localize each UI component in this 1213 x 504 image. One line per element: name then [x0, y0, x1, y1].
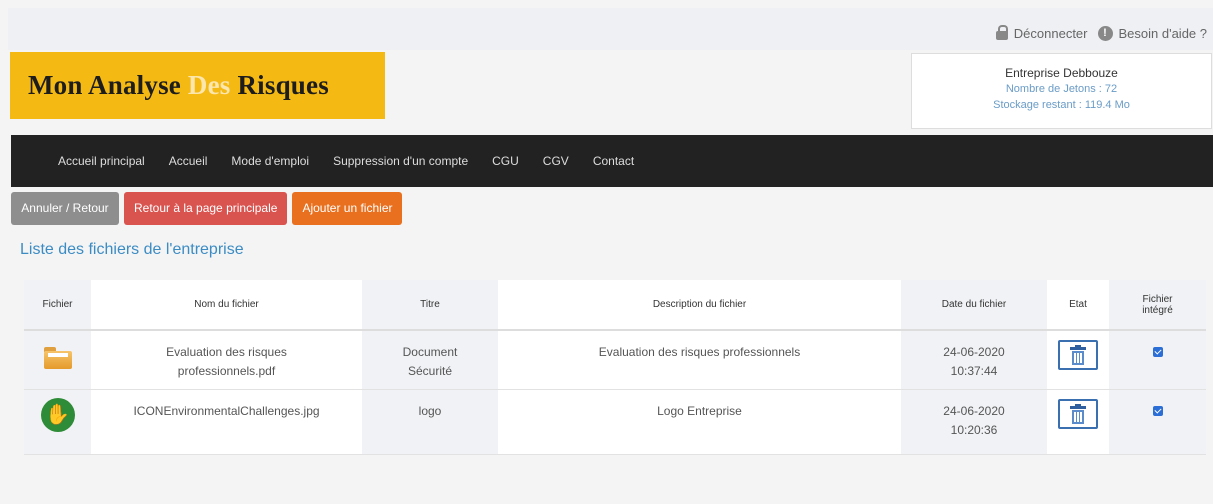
trash-icon	[1070, 345, 1086, 365]
integrated-cell	[1109, 389, 1206, 455]
logo-text: Mon Analyse Des Risques	[28, 70, 329, 100]
cancel-button[interactable]: Annuler / Retour	[11, 192, 119, 225]
col-state: Etat	[1047, 280, 1109, 331]
list-title: Liste des fichiers de l'entreprise	[20, 241, 244, 258]
state-cell	[1047, 389, 1109, 455]
integrated-checkbox[interactable]	[1152, 406, 1163, 416]
files-table: Fichier Nom du fichier Titre Description…	[24, 280, 1206, 455]
file-date-cell: 24-06-2020 10:37:44	[901, 330, 1047, 390]
site-logo[interactable]: Mon Analyse Des Risques	[10, 52, 385, 119]
main-navbar: Accueil principal Accueil Mode d'emploi …	[11, 135, 1213, 187]
back-main-button[interactable]: Retour à la page principale	[124, 192, 288, 225]
add-file-button[interactable]: Ajouter un fichier	[292, 192, 403, 225]
col-description: Description du fichier	[498, 280, 901, 331]
action-buttons: Annuler / Retour Retour à la page princi…	[11, 192, 403, 225]
help-icon: !	[1097, 26, 1113, 41]
nav-contact[interactable]: Contact	[593, 154, 634, 168]
trash-icon	[1070, 404, 1086, 424]
company-panel: Entreprise Debbouze Nombre de Jetons : 7…	[911, 53, 1212, 129]
file-description-cell: Logo Entreprise	[498, 389, 901, 455]
help-label: Besoin d'aide ?	[1118, 26, 1208, 41]
help-link[interactable]: ! Besoin d'aide ?	[1097, 26, 1208, 41]
top-links: Déconnecter ! Besoin d'aide ?	[995, 25, 1208, 41]
file-title-cell: logo	[362, 389, 498, 455]
folder-icon	[43, 347, 72, 369]
environment-hand-icon: ✋	[40, 398, 75, 432]
state-cell	[1047, 330, 1109, 390]
nav-delete-account[interactable]: Suppression d'un compte	[333, 154, 468, 168]
file-icon-cell: ✋	[24, 389, 91, 455]
nav-cgu[interactable]: CGU	[492, 154, 519, 168]
logout-label: Déconnecter	[1013, 26, 1088, 41]
integrated-cell	[1109, 330, 1206, 390]
nav-home-main[interactable]: Accueil principal	[58, 154, 145, 168]
col-name: Nom du fichier	[91, 280, 362, 331]
file-description-cell: Evaluation des risques professionnels	[498, 330, 901, 390]
lock-icon	[995, 25, 1008, 40]
token-count: Nombre de Jetons : 72	[1005, 83, 1118, 95]
delete-button[interactable]	[1058, 340, 1098, 370]
file-icon-cell	[24, 330, 91, 390]
col-file: Fichier	[24, 280, 91, 331]
file-name-cell: Evaluation des risques professionnels.pdf	[91, 330, 362, 390]
delete-button[interactable]	[1058, 399, 1098, 429]
col-integrated: Fichier intégré	[1109, 280, 1206, 331]
integrated-checkbox[interactable]	[1152, 347, 1163, 357]
nav-user-guide[interactable]: Mode d'emploi	[231, 154, 309, 168]
file-title-cell: Document Sécurité	[362, 330, 498, 390]
nav-home[interactable]: Accueil	[169, 154, 208, 168]
logout-link[interactable]: Déconnecter	[995, 25, 1088, 41]
file-date-cell: 24-06-2020 10:20:36	[901, 389, 1047, 455]
table-header: Fichier Nom du fichier Titre Description…	[24, 280, 1206, 331]
company-name: Entreprise Debbouze	[1005, 66, 1118, 80]
file-name-cell: ICONEnvironmentalChallenges.jpg	[91, 389, 362, 455]
table-row: ✋ ICONEnvironmentalChallenges.jpg logo L…	[24, 389, 1206, 455]
col-title: Titre	[362, 280, 498, 331]
nav-cgv[interactable]: CGV	[543, 154, 569, 168]
col-date: Date du fichier	[901, 280, 1047, 331]
storage-remaining: Stockage restant : 119.4 Mo	[993, 99, 1130, 111]
table-row: Evaluation des risques professionnels.pdf…	[24, 330, 1206, 390]
